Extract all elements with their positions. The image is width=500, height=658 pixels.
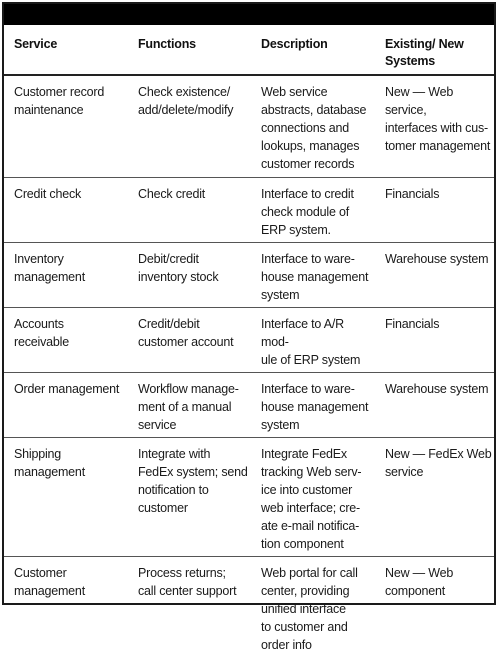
cell-functions: Check credit: [128, 178, 251, 243]
cell-systems: Warehouse system: [375, 373, 494, 438]
cell-systems: Financials: [375, 308, 494, 373]
cell-service: Shipping management: [4, 438, 128, 557]
cell-functions: Credit/debit customer account: [128, 308, 251, 373]
cell-description: Web portal for call center, providing un…: [251, 557, 375, 658]
header-existing-new-systems: Existing/ New Systems: [375, 25, 494, 75]
cell-service: Order management: [4, 373, 128, 438]
table-row: Order management Workflow manage- ment o…: [4, 373, 494, 438]
header-service: Service: [4, 25, 128, 75]
header-functions: Functions: [128, 25, 251, 75]
cell-functions: Process returns; call center support: [128, 557, 251, 658]
cell-service: Customer management: [4, 557, 128, 658]
cell-functions: Check existence/ add/delete/modify: [128, 75, 251, 178]
table-title-bar: [4, 4, 494, 25]
table-row: Customer record maintenance Check existe…: [4, 75, 494, 178]
cell-description: Integrate FedEx tracking Web serv- ice i…: [251, 438, 375, 557]
cell-description: Interface to ware- house management syst…: [251, 243, 375, 308]
header-row: Service Functions Description Existing/ …: [4, 25, 494, 75]
cell-systems: New — Web service, interfaces with cus- …: [375, 75, 494, 178]
table-row: Inventory management Debit/credit invent…: [4, 243, 494, 308]
cell-description: Interface to credit check module of ERP …: [251, 178, 375, 243]
cell-systems: New — Web component: [375, 557, 494, 658]
table-row: Customer management Process returns; cal…: [4, 557, 494, 658]
services-table: Service Functions Description Existing/ …: [4, 25, 494, 658]
table-row: Accounts receivable Credit/debit custome…: [4, 308, 494, 373]
cell-service: Accounts receivable: [4, 308, 128, 373]
cell-description: Interface to ware- house management syst…: [251, 373, 375, 438]
cell-description: Interface to A/R mod- ule of ERP system: [251, 308, 375, 373]
cell-systems: Financials: [375, 178, 494, 243]
cell-service: Inventory management: [4, 243, 128, 308]
table-frame: Safari Books Online #199359/477 Service …: [2, 2, 496, 605]
table-row: Credit check Check credit Interface to c…: [4, 178, 494, 243]
cell-systems: Warehouse system: [375, 243, 494, 308]
table-row: Shipping management Integrate with FedEx…: [4, 438, 494, 557]
header-description: Description: [251, 25, 375, 75]
cell-description: Web service abstracts, database connecti…: [251, 75, 375, 178]
cell-systems: New — FedEx Web service: [375, 438, 494, 557]
cell-service: Customer record maintenance: [4, 75, 128, 178]
cell-service: Credit check: [4, 178, 128, 243]
cell-functions: Workflow manage- ment of a manual servic…: [128, 373, 251, 438]
cell-functions: Integrate with FedEx system; send notifi…: [128, 438, 251, 557]
cell-functions: Debit/credit inventory stock: [128, 243, 251, 308]
